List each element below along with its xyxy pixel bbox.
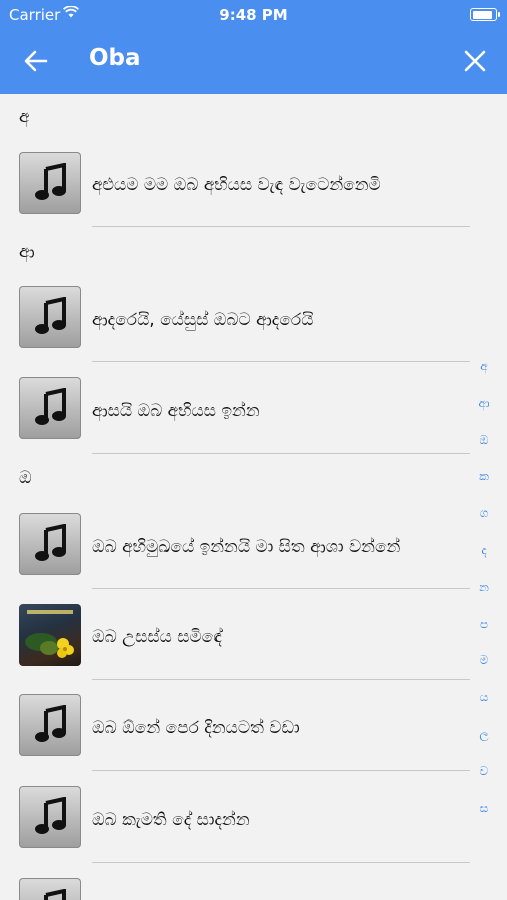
song-title: ආදරෙයි, යේසුස් ඔබට ආදරෙයි xyxy=(92,310,314,330)
index-letter[interactable]: ස xyxy=(472,801,496,838)
divider xyxy=(92,453,470,454)
list-item[interactable]: ඔබ ඕනේ පෙර දිනයටත් වඩා xyxy=(0,680,470,771)
page-title: Oba xyxy=(89,45,141,71)
list-item[interactable] xyxy=(0,864,470,900)
section-header: ආ xyxy=(19,242,35,262)
list-item[interactable]: ආදරෙයි, යේසුස් ඔබට ආදරෙයි xyxy=(0,272,470,362)
status-bar: Carrier 9:48 PM xyxy=(0,0,507,28)
close-icon[interactable] xyxy=(461,47,489,75)
clock: 9:48 PM xyxy=(219,6,288,24)
album-art-image xyxy=(19,604,81,666)
song-title: ඔබ ඕනේ පෙර දිනයටත් වඩා xyxy=(92,718,300,738)
arrow-left-icon[interactable] xyxy=(22,47,50,75)
music-note-icon xyxy=(19,286,81,348)
music-note-icon xyxy=(19,513,81,575)
index-letter[interactable]: ඔ xyxy=(472,433,496,470)
index-letter[interactable]: ල xyxy=(472,727,496,764)
song-list: අ අළුයම මම ඔබ අභියස වැඳ වැටෙන්නෙමි ආ ආදර… xyxy=(0,94,507,900)
list-item[interactable]: ඔබ උසස්ය සමිඳේ xyxy=(0,589,470,680)
music-note-icon xyxy=(19,878,81,900)
music-note-icon xyxy=(19,786,81,848)
index-letter[interactable]: ප xyxy=(472,617,496,654)
divider xyxy=(92,226,470,227)
index-letter[interactable]: ග xyxy=(472,506,496,543)
app-bar: Carrier 9:48 PM Oba xyxy=(0,0,507,94)
list-item[interactable]: ඔබ කැමති දේ සාදන්න xyxy=(0,772,470,863)
list-item[interactable]: ආසයි ඔබ අභියස ඉන්න xyxy=(0,363,470,454)
music-note-icon xyxy=(19,377,81,439)
section-header: ඔ xyxy=(19,468,32,488)
divider xyxy=(92,862,470,863)
index-letter[interactable]: ද xyxy=(472,543,496,580)
song-title: අළුයම මම ඔබ අභියස වැඳ වැටෙන්නෙමි xyxy=(92,175,381,195)
section-header: අ xyxy=(19,107,30,127)
music-note-icon xyxy=(19,152,81,214)
section-index[interactable]: අ ආ ඔ ක ග ද න ප ම ය ල ව ස xyxy=(472,359,496,837)
index-letter[interactable]: න xyxy=(472,580,496,617)
index-letter[interactable]: අ xyxy=(472,359,496,396)
song-title: ආසයි ඔබ අභියස ඉන්න xyxy=(92,401,260,421)
battery-icon xyxy=(470,8,500,21)
index-letter[interactable]: ක xyxy=(472,469,496,506)
divider xyxy=(92,770,470,771)
song-title: ඔබ උසස්ය සමිඳේ xyxy=(92,627,222,647)
divider xyxy=(92,361,470,362)
index-letter[interactable]: ආ xyxy=(472,396,496,433)
index-letter[interactable]: ම xyxy=(472,653,496,690)
music-note-icon xyxy=(19,694,81,756)
song-title: ඔබ අභිමුඛයේ ඉන්නයි මා සිත ආශා වන්නේ xyxy=(92,537,401,557)
list-item[interactable]: ඔබ අභිමුඛයේ ඉන්නයි මා සිත ආශා වන්නේ xyxy=(0,499,470,589)
list-item[interactable]: අළුයම මම ඔබ අභියස වැඳ වැටෙන්නෙමි xyxy=(0,137,470,227)
index-letter[interactable]: ය xyxy=(472,690,496,727)
index-letter[interactable]: ව xyxy=(472,764,496,801)
song-title: ඔබ කැමති දේ සාදන්න xyxy=(92,810,250,830)
